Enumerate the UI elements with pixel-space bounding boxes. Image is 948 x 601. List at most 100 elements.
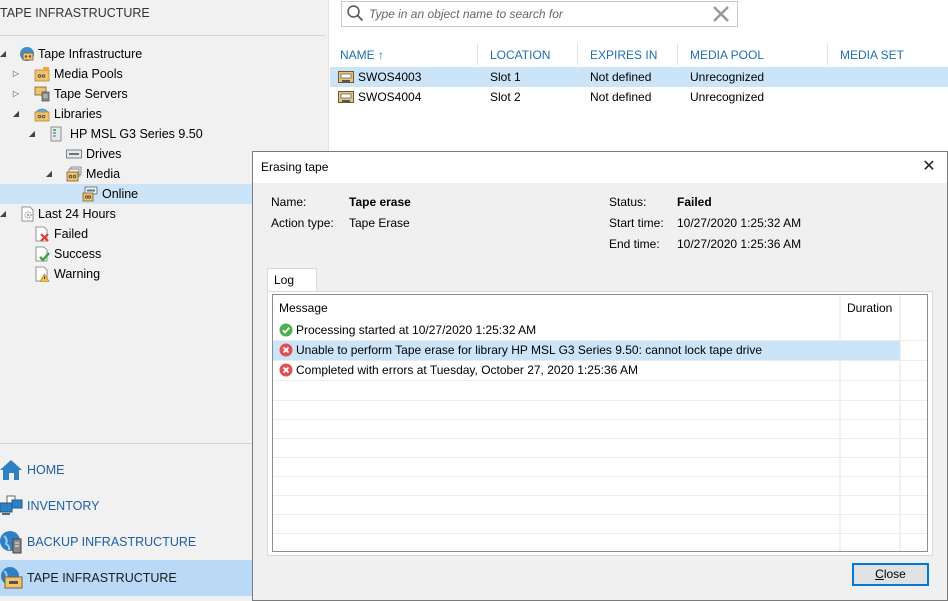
sidebar-title: TAPE INFRASTRUCTURE — [0, 6, 150, 20]
empty-log-row — [273, 438, 927, 458]
dialog-titlebar[interactable]: Erasing tape ✕ — [253, 152, 947, 183]
cell-name: SWOS4003 — [358, 70, 422, 84]
tree-item-tape-servers[interactable]: ▷ Tape Servers — [0, 84, 325, 104]
column-separator[interactable] — [477, 43, 478, 65]
expand-arrow-icon[interactable]: ◢ — [11, 104, 21, 124]
tree-label: Tape Servers — [54, 87, 128, 101]
log-row[interactable]: Unable to perform Tape erase for library… — [273, 341, 927, 361]
tree-item-libraries[interactable]: ◢ Libraries — [0, 104, 325, 124]
home-icon — [0, 460, 22, 480]
tree-item-tape-infrastructure[interactable]: ◢ Tape Infrastructure — [0, 44, 325, 64]
search-input[interactable] — [367, 4, 701, 24]
empty-log-row — [273, 381, 927, 401]
nav-label: HOME — [27, 463, 65, 477]
media-icon — [66, 166, 82, 182]
tab-log[interactable]: Log — [267, 268, 317, 292]
cell-name: SWOS4004 — [358, 90, 422, 104]
inventory-icon — [0, 495, 23, 515]
sessions-icon — [21, 206, 34, 222]
log-row[interactable]: Completed with errors at Tuesday, Octobe… — [273, 361, 927, 381]
empty-log-row — [273, 514, 927, 534]
search-box[interactable] — [341, 1, 738, 27]
log-panel: Message Duration Processing started at 1… — [267, 291, 933, 556]
collapsed-arrow-icon[interactable]: ▷ — [11, 64, 21, 84]
backup-infrastructure-icon — [0, 531, 22, 554]
cell-expires-in: Not defined — [590, 70, 652, 84]
error-icon — [279, 343, 293, 357]
column-header-message[interactable]: Message — [279, 295, 328, 321]
dialog-title: Erasing tape — [261, 160, 329, 174]
tree-label: Warning — [54, 267, 101, 281]
name-value: Tape erase — [349, 195, 411, 209]
expand-arrow-icon[interactable]: ◢ — [0, 44, 8, 64]
log-message: Unable to perform Tape erase for library… — [296, 343, 763, 357]
cell-media-pool: Unrecognized — [690, 70, 765, 84]
name-label: Name: — [271, 195, 307, 209]
column-header-name[interactable]: NAME ↑ — [340, 45, 384, 65]
tree-label: HP MSL G3 Series 9.50 — [70, 127, 203, 141]
divider — [0, 35, 325, 36]
column-header-media-pool[interactable]: MEDIA POOL — [690, 45, 764, 65]
expand-arrow-icon[interactable]: ◢ — [27, 124, 37, 144]
log-table: Message Duration Processing started at 1… — [272, 294, 928, 552]
nav-label: INVENTORY — [27, 499, 100, 513]
mnemonic: C — [875, 567, 884, 581]
collapsed-arrow-icon[interactable]: ▷ — [11, 84, 21, 104]
action-type-label: Action type: — [271, 216, 334, 230]
tree-item-online[interactable]: Online — [0, 184, 252, 204]
log-message: Completed with errors at Tuesday, Octobe… — [296, 363, 638, 377]
tree-item-hp-msl-library[interactable]: ◢ HP MSL G3 Series 9.50 — [0, 124, 325, 144]
empty-log-row — [273, 495, 927, 515]
nav-label: BACKUP INFRASTRUCTURE — [27, 535, 197, 549]
column-header-duration[interactable]: Duration — [847, 295, 892, 321]
close-button[interactable]: Close — [852, 563, 929, 586]
tree-label: Online — [102, 187, 139, 201]
tree-label: Libraries — [54, 107, 102, 121]
tree-label: Media Pools — [54, 67, 123, 81]
empty-log-row — [273, 400, 927, 420]
failed-session-icon — [35, 226, 49, 242]
tree-label: Last 24 Hours — [38, 207, 116, 221]
expand-arrow-icon[interactable]: ◢ — [44, 164, 54, 184]
column-header-location[interactable]: LOCATION — [490, 45, 550, 65]
close-icon[interactable]: ✕ — [917, 156, 941, 178]
divider — [0, 443, 252, 444]
nav-backup-infrastructure[interactable]: BACKUP INFRASTRUCTURE — [0, 524, 252, 560]
tree-label: Drives — [86, 147, 122, 161]
online-media-icon — [82, 186, 98, 202]
column-separator[interactable] — [827, 43, 828, 65]
nav-label: TAPE INFRASTRUCTURE — [27, 571, 177, 585]
empty-log-row — [273, 533, 927, 551]
sort-ascending-icon: ↑ — [378, 48, 385, 62]
search-icon — [347, 5, 364, 22]
table-row[interactable]: SWOS4004 Slot 2 Not defined Unrecognized — [330, 87, 948, 107]
empty-log-row — [273, 419, 927, 439]
tape-icon — [338, 71, 354, 83]
column-header-media-set[interactable]: MEDIA SET — [840, 45, 904, 65]
table-row[interactable]: SWOS4003 Slot 1 Not defined Unrecognized — [330, 67, 948, 87]
tape-infrastructure-icon — [20, 47, 34, 61]
drive-icon — [66, 149, 82, 159]
nav-home[interactable]: HOME — [0, 452, 252, 488]
error-icon — [279, 363, 293, 377]
log-row[interactable]: Processing started at 10/27/2020 1:25:32… — [273, 321, 927, 341]
clear-search-icon[interactable] — [711, 4, 731, 24]
warning-session-icon — [35, 266, 50, 282]
nav-tape-infrastructure[interactable]: TAPE INFRASTRUCTURE — [0, 560, 252, 596]
column-separator[interactable] — [677, 43, 678, 65]
end-time-label: End time: — [609, 237, 660, 251]
tree-label: Success — [54, 247, 102, 261]
expand-arrow-icon[interactable]: ◢ — [0, 204, 8, 224]
status-value: Failed — [677, 195, 712, 209]
cell-media-pool: Unrecognized — [690, 90, 765, 104]
nav-inventory[interactable]: INVENTORY — [0, 488, 252, 524]
close-button-label: lose — [883, 567, 906, 581]
start-time-label: Start time: — [609, 216, 664, 230]
tape-icon — [338, 91, 354, 103]
end-time-value: 10/27/2020 1:25:36 AM — [677, 237, 802, 251]
column-separator[interactable] — [577, 43, 578, 65]
tree-item-media-pools[interactable]: ▷ Media Pools — [0, 64, 325, 84]
cell-expires-in: Not defined — [590, 90, 652, 104]
column-header-label: NAME — [340, 48, 375, 62]
column-header-expires-in[interactable]: EXPIRES IN — [590, 45, 657, 65]
